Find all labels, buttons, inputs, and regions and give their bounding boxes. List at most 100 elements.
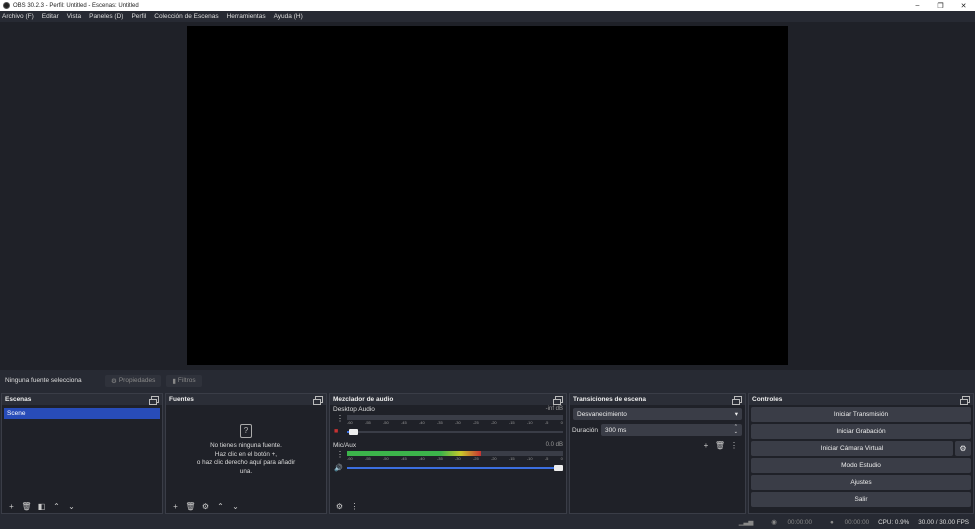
meter-tick-label: -15 xyxy=(508,456,515,461)
slider-handle[interactable] xyxy=(554,465,563,471)
meter-tick-label: -45 xyxy=(400,420,407,425)
menu-paneles[interactable]: Paneles (D) xyxy=(89,13,123,20)
menu-coleccion[interactable]: Colección de Escenas xyxy=(154,13,218,20)
add-scene-icon[interactable]: + xyxy=(5,500,18,512)
sources-title: Fuentes xyxy=(169,396,194,403)
meter-tick-label: -10 xyxy=(526,456,533,461)
remove-transition-icon[interactable]: 🗑 xyxy=(713,439,727,451)
gear-icon: ⚙ xyxy=(111,377,117,385)
transitions-dock: Transiciones de escena Desvanecimiento ▾… xyxy=(569,393,746,514)
meter-ticks: -60 -55 -50 -45 -40 -35 -30 -25 -20 -15 -10 -5 0 xyxy=(347,456,563,462)
start-record-button[interactable]: Iniciar Grabación xyxy=(751,424,971,439)
mixer-menu-icon[interactable]: ⋮ xyxy=(348,500,361,512)
remove-source-icon[interactable]: 🗑 xyxy=(184,500,197,512)
fps-readout: 30.00 / 30.00 FPS xyxy=(918,519,969,526)
meter-tick-label: -30 xyxy=(454,420,461,425)
filters-button[interactable]: ▮ Filtros xyxy=(166,374,202,387)
close-button[interactable]: ✕ xyxy=(952,0,975,11)
slider-handle[interactable] xyxy=(349,429,359,435)
meter-tick-label: -35 xyxy=(436,456,443,461)
scenes-dock: Escenas Scene + 🗑 ◧ ⌃ ⌄ xyxy=(1,393,163,514)
menu-herramientas[interactable]: Herramientas xyxy=(227,13,266,20)
mixer-channel-desktop: Desktop Audio -inf dB ⋮ -60 -55 -50 -45 -40-… xyxy=(330,405,566,441)
meter-tick-label: -40 xyxy=(418,456,425,461)
empty-sources-message[interactable]: ? No tienes ninguna fuente. Haz clic en … xyxy=(166,424,326,476)
move-down-icon[interactable]: ⌄ xyxy=(65,500,78,512)
volume-slider[interactable] xyxy=(347,465,563,471)
preview-canvas[interactable] xyxy=(187,26,788,365)
duration-label: Duración xyxy=(572,426,599,434)
move-up-icon[interactable]: ⌃ xyxy=(214,500,227,512)
meter-tick-label: -35 xyxy=(436,420,443,425)
meter-tick-label: -60 xyxy=(347,456,353,461)
duration-spinbox[interactable]: 300 ms ⌃ ⌄ xyxy=(601,424,742,436)
context-bar: Ninguna fuente selecciona ⚙ Propiedades … xyxy=(0,372,975,389)
meter-tick-label: -25 xyxy=(472,420,479,425)
channel-db: -inf dB xyxy=(545,406,563,412)
start-stream-button[interactable]: Iniciar Transmisión xyxy=(751,407,971,422)
restore-button[interactable]: ❐ xyxy=(929,0,952,11)
remove-scene-icon[interactable]: 🗑 xyxy=(20,500,33,512)
gear-icon[interactable]: ⚙ xyxy=(955,441,971,456)
question-icon: ? xyxy=(240,424,252,438)
audio-mixer-dock: Mezclador de audio Desktop Audio -inf dB… xyxy=(329,393,567,514)
advanced-audio-icon[interactable]: ⚙ xyxy=(333,500,346,512)
start-virtual-camera-button[interactable]: Iniciar Cámara Virtual xyxy=(751,441,953,456)
meter-tick-label: -15 xyxy=(508,420,515,425)
stream-time: ◉ 00:00:00 xyxy=(762,519,812,526)
menu-archivo[interactable]: Archivo (F) xyxy=(2,13,34,20)
controls-title: Controles xyxy=(752,396,783,403)
menu-perfil[interactable]: Perfil xyxy=(131,13,146,20)
volume-slider[interactable] xyxy=(347,429,563,435)
scene-item[interactable]: Scene xyxy=(4,408,160,419)
move-up-icon[interactable]: ⌃ xyxy=(50,500,63,512)
scene-filter-icon[interactable]: ◧ xyxy=(35,500,48,512)
meter-ticks: -60 -55 -50 -45 -40 -35 -30 -25 -20 -15 -10 -5 0 xyxy=(347,420,563,426)
empty-line-4: una. xyxy=(239,467,253,475)
spin-arrows-icon[interactable]: ⌃ ⌄ xyxy=(734,425,738,435)
meter-tick-label: 0 xyxy=(560,456,563,461)
channel-menu-icon[interactable]: ⋮ xyxy=(336,450,344,459)
undock-icon[interactable] xyxy=(313,396,323,405)
record-time-value: 00:00:00 xyxy=(844,519,870,526)
move-down-icon[interactable]: ⌄ xyxy=(229,500,242,512)
meter-tick-label: -50 xyxy=(382,420,389,425)
title-bar: OBS 30.2.3 - Perfil: Untitled - Escenas:… xyxy=(0,0,975,11)
transitions-title: Transiciones de escena xyxy=(573,396,646,403)
speaker-icon[interactable]: 🔊 xyxy=(334,464,343,472)
mixer-channel-mic: Mic/Aux 0.0 dB ⋮ -60 -55 -50 -45 -40 -35 -30 -2… xyxy=(330,441,566,477)
menu-editar[interactable]: Editar xyxy=(42,13,59,20)
empty-line-2: Haz clic en el botón +, xyxy=(214,450,278,458)
channel-menu-icon[interactable]: ⋮ xyxy=(336,414,344,423)
settings-button[interactable]: Ajustes xyxy=(751,475,971,490)
meter-tick-label: 0 xyxy=(560,420,563,425)
undock-icon[interactable] xyxy=(553,396,563,405)
muted-speaker-icon[interactable]: ■ xyxy=(334,428,342,435)
duration-value: 300 ms xyxy=(605,426,627,434)
minimize-button[interactable]: – xyxy=(906,0,929,11)
meter-tick-label: -20 xyxy=(490,456,497,461)
transition-menu-icon[interactable]: ⋮ xyxy=(727,439,741,451)
meter-tick-label: -40 xyxy=(418,420,425,425)
add-source-icon[interactable]: + xyxy=(169,500,182,512)
meter-tick-label: -5 xyxy=(544,456,549,461)
meter-tick-label: -55 xyxy=(364,420,371,425)
menu-bar: Archivo (F) Editar Vista Paneles (D) Per… xyxy=(0,11,975,22)
source-settings-icon[interactable]: ⚙ xyxy=(199,500,212,512)
add-transition-icon[interactable]: + xyxy=(699,439,713,451)
menu-ayuda[interactable]: Ayuda (H) xyxy=(274,13,303,20)
properties-button[interactable]: ⚙ Propiedades xyxy=(105,374,162,387)
meter-tick-label: -45 xyxy=(400,456,407,461)
channel-name: Mic/Aux xyxy=(333,441,357,449)
studio-mode-button[interactable]: Modo Estudio xyxy=(751,458,971,473)
meter-tick-label: -5 xyxy=(544,420,549,425)
broadcast-icon: ◉ xyxy=(771,519,777,526)
exit-button[interactable]: Salir xyxy=(751,492,971,507)
obs-logo-icon xyxy=(3,2,10,9)
filter-icon: ▮ xyxy=(172,377,176,385)
undock-icon[interactable] xyxy=(149,396,159,405)
menu-vista[interactable]: Vista xyxy=(67,13,81,20)
undock-icon[interactable] xyxy=(732,396,742,405)
undock-icon[interactable] xyxy=(960,396,970,405)
transition-select[interactable]: Desvanecimiento ▾ xyxy=(573,408,742,420)
